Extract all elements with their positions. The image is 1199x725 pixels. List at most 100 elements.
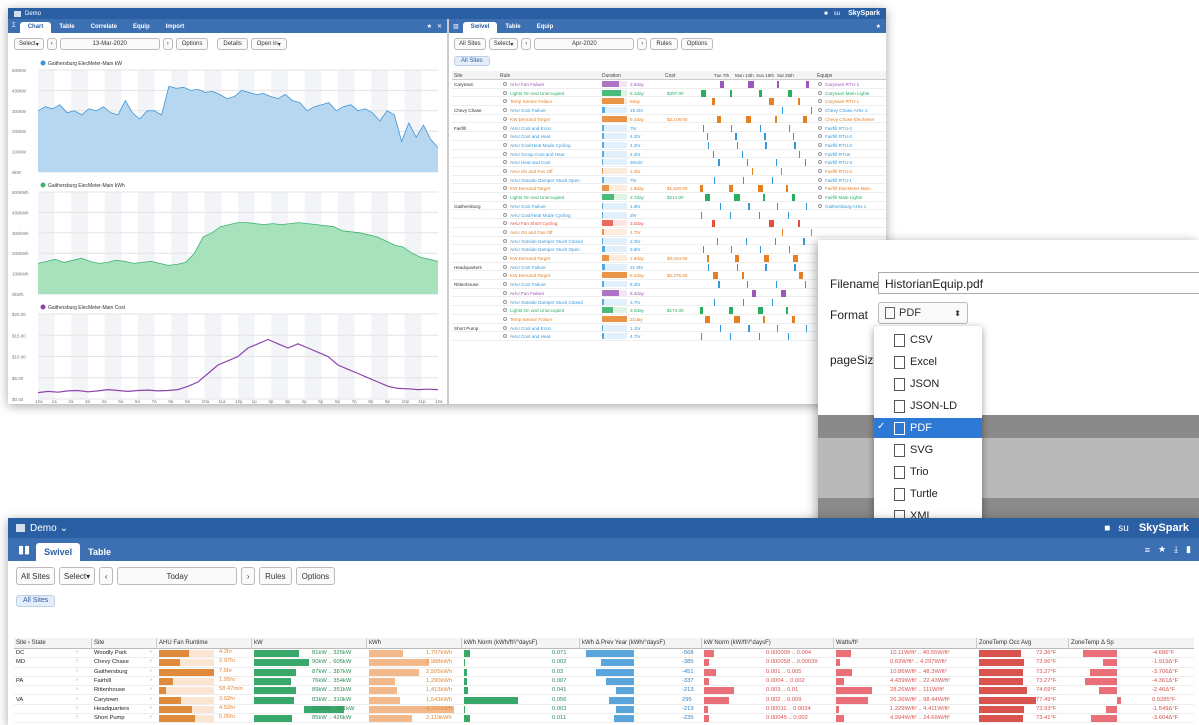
options-button[interactable]: Options xyxy=(175,38,209,50)
col-divider[interactable] xyxy=(251,638,252,649)
details-button[interactable]: Details xyxy=(217,38,248,50)
checkbox-icon[interactable] xyxy=(503,99,507,104)
expand-icon[interactable]: › xyxy=(76,705,78,711)
rule-row[interactable]: Gaithersburg AHU Cool Failure 1.8hr Gaither… xyxy=(452,202,886,211)
rule-row[interactable]: AHU Cool/Heat Mode Cycling 4.2hr Fairfill … xyxy=(452,141,886,150)
expand-icon[interactable]: › xyxy=(76,668,78,674)
format-option-pdf[interactable]: ✓ PDF xyxy=(874,418,982,438)
tab-import[interactable]: Import xyxy=(158,22,193,33)
expand-icon[interactable]: › xyxy=(76,696,78,702)
col-divider[interactable] xyxy=(156,638,157,649)
filename-input[interactable]: HistorianEquip.pdf xyxy=(878,272,1199,294)
col-divider[interactable] xyxy=(976,638,977,649)
expand-icon[interactable]: › xyxy=(150,714,152,720)
user-icon[interactable]: ■ xyxy=(1104,523,1110,534)
checkbox-icon[interactable] xyxy=(503,273,507,278)
checkbox-icon[interactable] xyxy=(818,134,822,139)
expand-icon[interactable]: › xyxy=(150,696,152,702)
tab-swivel[interactable]: Swivel xyxy=(462,22,498,33)
rule-row[interactable]: AHU Group Cool and Heat 4.2hr Fairfill RTU… xyxy=(452,150,886,159)
format-option-turtle[interactable]: Turtle xyxy=(874,484,982,504)
star-icon[interactable]: ★ xyxy=(427,23,432,30)
checkbox-icon[interactable] xyxy=(503,142,507,147)
expand-icon[interactable]: › xyxy=(150,677,152,683)
col-divider[interactable] xyxy=(366,638,367,649)
swivel-col-header[interactable]: kWh xyxy=(369,640,381,646)
table-row[interactable]: › Rittenhouse › 58.47min 89kW .. 351kW 1,413k… xyxy=(14,686,1194,696)
tab-equip[interactable]: Equip xyxy=(529,22,562,33)
user-menu[interactable]: su xyxy=(834,11,840,17)
checkbox-icon[interactable] xyxy=(503,160,507,165)
checkbox-icon[interactable] xyxy=(503,116,507,121)
app-title[interactable]: Demo xyxy=(30,523,57,534)
rules-button[interactable]: Rules xyxy=(650,38,678,50)
table-row[interactable]: › Short Pump › 5.05hr 85kW .. 426kW 2,119kWh 0… xyxy=(14,714,1194,724)
app-title[interactable]: Demo xyxy=(25,11,41,17)
col-divider[interactable] xyxy=(91,638,92,649)
checkbox-icon[interactable] xyxy=(818,203,822,208)
checkbox-icon[interactable] xyxy=(503,334,507,339)
all-sites-chip[interactable]: All Sites xyxy=(16,594,56,607)
swivel-col-header[interactable]: kW Norm (kW/ft²/°daysF) xyxy=(704,640,771,646)
format-option-trio[interactable]: Trio xyxy=(874,462,982,482)
checkbox-icon[interactable] xyxy=(503,247,507,252)
swivel-col-header[interactable]: kW xyxy=(254,640,263,646)
table-row[interactable]: › Headquarters › 4.52hr 173kW .. 521kW 4,241k… xyxy=(14,705,1194,715)
rule-row[interactable]: KW Demand Target 1.8day $1,620.00 Fairfill … xyxy=(452,184,886,194)
select-button[interactable]: Select ▾ xyxy=(58,567,96,585)
rule-row[interactable]: AHU On and Fan Off 4.7hr xyxy=(452,228,886,237)
expand-icon[interactable]: › xyxy=(76,677,78,683)
date-field[interactable]: Apr-2020 xyxy=(534,38,635,50)
checkbox-icon[interactable] xyxy=(503,256,507,260)
format-select[interactable]: PDF ⬍ xyxy=(878,302,968,324)
table-row[interactable]: PA › Fairhill › 1.95hr 76kW .. 354kW 1,290kWh 0… xyxy=(14,677,1194,687)
tab-chart[interactable]: Chart xyxy=(19,22,52,33)
expand-icon[interactable]: › xyxy=(150,658,152,664)
expand-icon[interactable]: › xyxy=(150,686,152,692)
rule-row[interactable]: Chevy Chase AHU Cool Failure 19.2hr Chevy C… xyxy=(452,106,886,115)
chevron-down-icon[interactable]: ⌄ xyxy=(60,523,68,534)
checkbox-icon[interactable] xyxy=(503,264,507,269)
select-button[interactable]: Select ▾ xyxy=(488,38,519,50)
checkbox-icon[interactable] xyxy=(503,108,507,113)
table-row[interactable]: MD › Chevy Chase › 2.97hr 90kW .. 605kW 2,988k… xyxy=(14,658,1194,668)
prev-button[interactable]: ‹ xyxy=(521,38,532,50)
table-row[interactable]: › Gaithersburg › 7.6hr 87kW .. 387kW 2,505kWh… xyxy=(14,668,1194,677)
checkbox-icon[interactable] xyxy=(503,282,507,287)
checkbox-icon[interactable] xyxy=(503,203,507,208)
tab-table[interactable]: Table xyxy=(80,543,119,561)
close-icon[interactable]: ✕ xyxy=(437,23,442,30)
app-menu-icon[interactable] xyxy=(14,10,21,17)
checkbox-icon[interactable] xyxy=(818,177,822,182)
table-row[interactable]: VA › Carytown › 3.02hr 83kW .. 310kW 1,543kWh 0… xyxy=(14,696,1194,705)
checkbox-icon[interactable] xyxy=(503,212,507,217)
rule-row[interactable]: Temp Sensor Failure 8day Carytown RTU-1 xyxy=(452,97,886,107)
rules-col-header[interactable]: Rule xyxy=(500,73,510,79)
next-button[interactable]: › xyxy=(637,38,648,50)
options-button[interactable]: Options xyxy=(295,567,336,585)
checkbox-icon[interactable] xyxy=(503,221,507,226)
options-button[interactable]: Options xyxy=(680,38,714,50)
col-divider[interactable] xyxy=(833,638,834,649)
rule-row[interactable]: AHU Heat and Cool 30min Fairfill RTU-3 xyxy=(452,158,886,167)
checkbox-icon[interactable] xyxy=(818,82,822,86)
swivel-col-header[interactable]: Site › State xyxy=(16,640,46,646)
checkbox-icon[interactable] xyxy=(503,299,507,304)
swivel-col-header[interactable]: ZoneTemp Occ Avg xyxy=(979,640,1031,646)
app-menu-icon[interactable] xyxy=(16,524,25,532)
expand-icon[interactable]: › xyxy=(76,649,78,655)
rules-col-header[interactable]: Equips xyxy=(817,73,832,79)
col-divider[interactable] xyxy=(701,638,702,649)
checkbox-icon[interactable] xyxy=(503,186,507,191)
pane-divider[interactable] xyxy=(447,19,449,404)
user-icon[interactable]: ■ xyxy=(824,11,828,17)
checkbox-icon[interactable] xyxy=(503,290,507,295)
checkbox-icon[interactable] xyxy=(503,151,507,156)
rules-col-header[interactable]: Cost xyxy=(665,73,675,79)
prev-button[interactable]: ‹ xyxy=(46,38,57,50)
format-option-svg[interactable]: SVG xyxy=(874,440,982,460)
rules-col-header[interactable]: Duration xyxy=(602,73,621,79)
format-option-json[interactable]: JSON xyxy=(874,374,982,394)
rule-row[interactable]: Lights On and Unoccupied 3.7day $214.00 Fai… xyxy=(452,193,886,202)
prev-button[interactable]: ‹ xyxy=(99,567,114,585)
